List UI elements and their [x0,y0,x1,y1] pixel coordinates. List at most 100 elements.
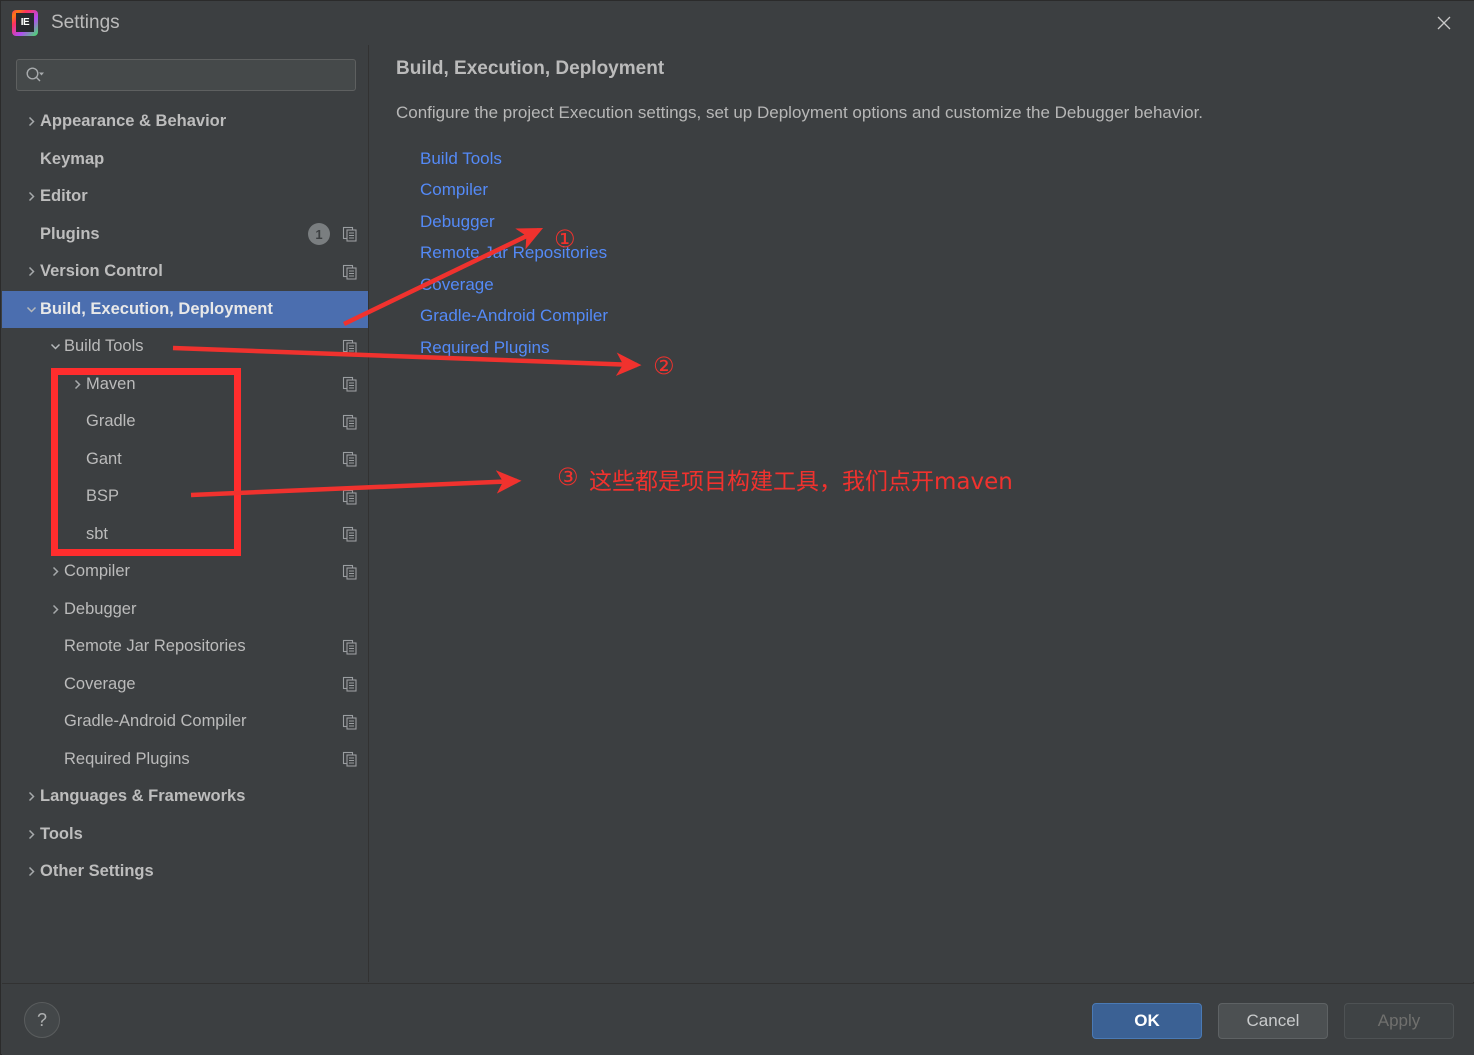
cancel-button[interactable]: Cancel [1218,1003,1328,1039]
copy-settings-icon[interactable] [342,714,358,730]
chevron-right-icon[interactable] [46,604,64,615]
link-required-plugins[interactable]: Required Plugins [420,338,549,358]
link-remote-jar-repositories[interactable]: Remote Jar Repositories [420,243,607,263]
copy-settings-icon[interactable] [342,564,358,580]
plugins-update-badge: 1 [308,223,330,246]
link-debugger[interactable]: Debugger [420,212,495,232]
sidebar-item-label: sbt [86,524,109,543]
sidebar-row-indicators [342,564,358,580]
sidebar-item-version-control[interactable]: Version Control [2,253,368,291]
link-build-tools[interactable]: Build Tools [420,149,502,169]
sidebar-item-label: Keymap [40,149,105,168]
chevron-right-icon[interactable] [68,379,86,390]
sidebar-item-other-settings[interactable]: Other Settings [2,853,368,891]
copy-settings-icon[interactable] [342,226,358,242]
sidebar-item-keymap[interactable]: Keymap [2,141,368,179]
search-input[interactable] [45,61,355,89]
sidebar-item-label: Remote Jar Repositories [64,637,246,656]
sidebar-item-gradle[interactable]: Gradle [2,403,368,441]
sidebar-item-gant[interactable]: Gant [2,441,368,479]
link-gradle-android-compiler[interactable]: Gradle-Android Compiler [420,306,608,326]
apply-button[interactable]: Apply [1344,1003,1454,1039]
sidebar-row-indicators [342,414,358,430]
sidebar-row-indicators [342,339,358,355]
sidebar-row-indicators [342,676,358,692]
sidebar-item-build-tools[interactable]: Build Tools [2,328,368,366]
copy-settings-icon[interactable] [342,339,358,355]
sidebar-item-build-execution-deployment[interactable]: Build, Execution, Deployment [2,290,368,328]
copy-settings-icon[interactable] [342,489,358,505]
copy-settings-icon[interactable] [342,376,358,392]
sidebar-item-label: Gant [86,449,122,468]
chevron-right-icon[interactable] [22,866,40,877]
sidebar-item-editor[interactable]: Editor [2,178,368,216]
chevron-down-icon[interactable] [22,304,40,315]
settings-link-row: Gradle-Android Compiler [420,301,608,333]
main-panel: Build, Execution, Deployment Configure t… [370,45,1474,982]
sidebar-row-indicators [342,714,358,730]
copy-settings-icon[interactable] [342,451,358,467]
sidebar-item-coverage[interactable]: Coverage [2,666,368,704]
help-button[interactable]: ? [24,1002,60,1038]
sidebar-item-debugger[interactable]: Debugger [2,591,368,629]
sidebar-item-label: Gradle-Android Compiler [64,712,247,731]
chevron-right-icon[interactable] [46,566,64,577]
settings-dialog: Settings Appearance & Behavior Keymap Edit… [0,0,1474,1055]
sidebar-row-indicators [342,451,358,467]
intellij-idea-logo-icon [12,10,38,36]
ok-button[interactable]: OK [1092,1003,1202,1039]
sidebar-item-required-plugins[interactable]: Required Plugins [2,741,368,779]
sidebar-item-label: Plugins [40,224,100,243]
settings-link-row: Compiler [420,175,608,207]
copy-settings-icon[interactable] [342,414,358,430]
sidebar-item-label: Maven [86,374,136,393]
close-icon[interactable] [1413,1,1474,45]
chevron-right-icon[interactable] [22,191,40,202]
sidebar-item-remote-jar-repositories[interactable]: Remote Jar Repositories [2,628,368,666]
sidebar-item-label: Languages & Frameworks [40,787,246,806]
sidebar-item-label: Build, Execution, Deployment [40,299,273,318]
chevron-right-icon[interactable] [22,829,40,840]
settings-link-row: Build Tools [420,143,608,175]
sidebar-item-label: Debugger [64,599,137,618]
sidebar-row-indicators [342,489,358,505]
sidebar-item-label: Required Plugins [64,749,190,768]
sidebar-item-compiler[interactable]: Compiler [2,553,368,591]
sidebar-item-label: Appearance & Behavior [40,112,227,131]
settings-link-row: Remote Jar Repositories [420,238,608,270]
sidebar-row-indicators [342,751,358,767]
sidebar-item-languages-frameworks[interactable]: Languages & Frameworks [2,778,368,816]
chevron-right-icon[interactable] [22,791,40,802]
copy-settings-icon[interactable] [342,264,358,280]
copy-settings-icon[interactable] [342,526,358,542]
chevron-down-icon[interactable] [46,341,64,352]
sidebar-item-appearance-behavior[interactable]: Appearance & Behavior [2,103,368,141]
search-box[interactable] [16,59,356,91]
sidebar-item-bsp[interactable]: BSP [2,478,368,516]
sidebar-item-gradle-android-compiler[interactable]: Gradle-Android Compiler [2,703,368,741]
chevron-right-icon[interactable] [22,116,40,127]
copy-settings-icon[interactable] [342,676,358,692]
chevron-right-icon[interactable] [22,266,40,277]
sidebar-row-indicators [342,376,358,392]
sidebar-item-label: BSP [86,487,120,506]
sidebar-item-sbt[interactable]: sbt [2,516,368,554]
link-compiler[interactable]: Compiler [420,180,488,200]
sidebar-item-maven[interactable]: Maven [2,366,368,404]
dialog-button-group: OK Cancel Apply [1092,1003,1454,1039]
settings-link-list: Build Tools Compiler Debugger Remote Jar Re… [420,143,608,364]
sidebar-item-plugins[interactable]: Plugins 1 [2,216,368,254]
settings-link-row: Debugger [420,206,608,238]
copy-settings-icon[interactable] [342,751,358,767]
page-description: Configure the project Execution settings… [396,103,1204,122]
title-bar: Settings [1,1,1474,45]
settings-sidebar: Appearance & Behavior Keymap Editor Plugins… [2,45,369,982]
settings-tree: Appearance & Behavior Keymap Editor Plugins… [2,103,368,891]
settings-link-row: Required Plugins [420,332,608,364]
link-coverage[interactable]: Coverage [420,275,494,295]
sidebar-item-label: Version Control [40,262,163,281]
copy-settings-icon[interactable] [342,639,358,655]
sidebar-item-label: Editor [40,187,88,206]
sidebar-item-tools[interactable]: Tools [2,816,368,854]
sidebar-row-indicators: 1 [308,223,358,246]
